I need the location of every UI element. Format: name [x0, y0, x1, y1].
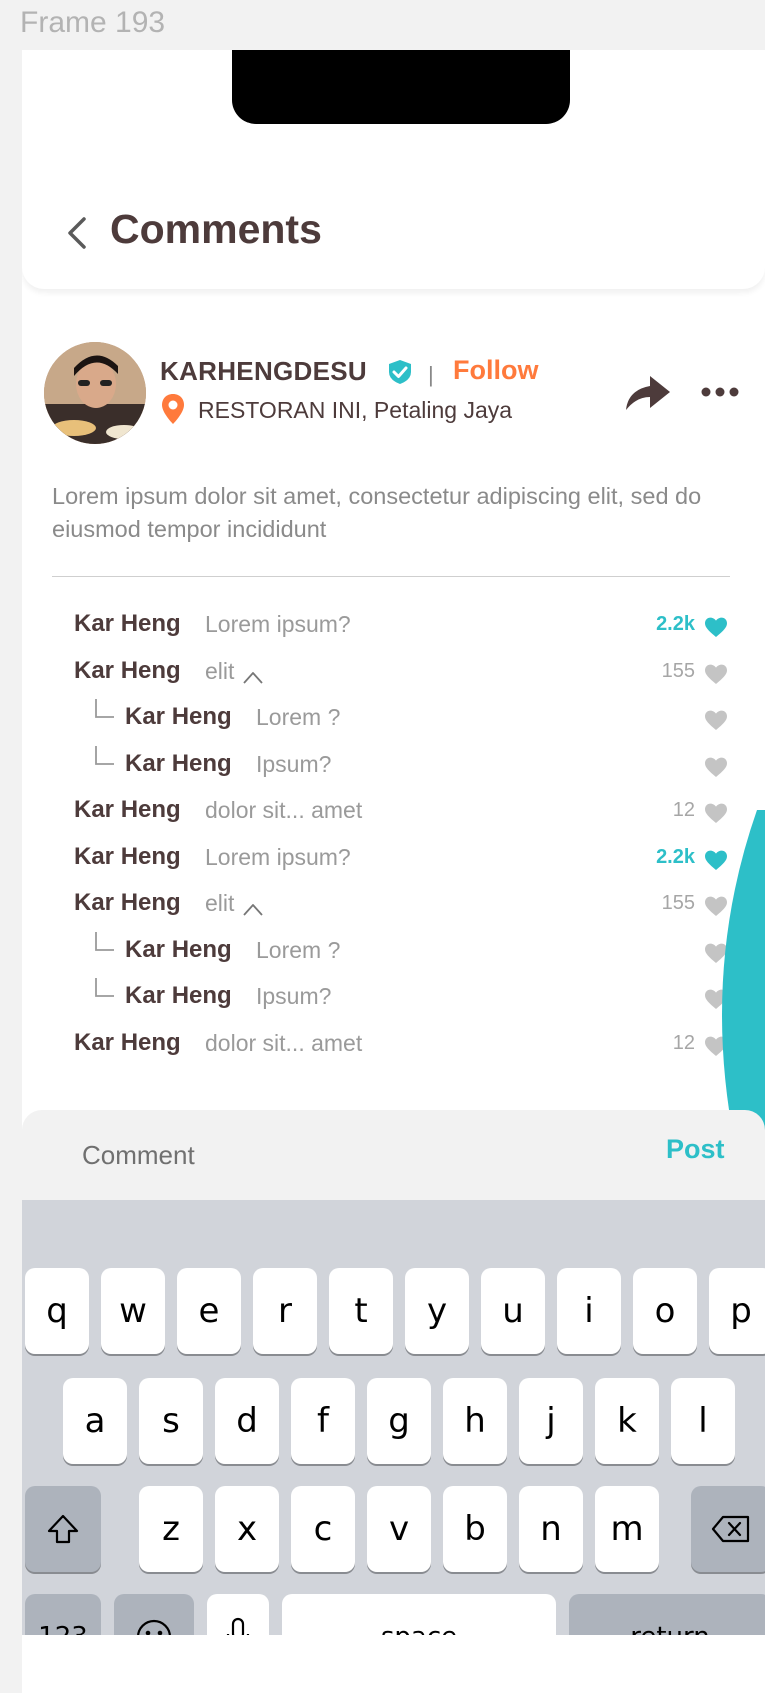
reply-indent-icon	[95, 699, 114, 718]
comment-author[interactable]: Kar Heng	[74, 610, 181, 638]
comment-text: elit	[205, 657, 235, 684]
comment-text: dolor sit... amet	[205, 1029, 363, 1056]
caption-divider	[52, 576, 730, 577]
chevron-left-icon[interactable]	[62, 213, 92, 253]
key-w[interactable]: w	[101, 1268, 165, 1354]
comment-input[interactable]	[80, 1134, 584, 1176]
heart-icon[interactable]	[704, 663, 728, 685]
comment-author[interactable]: Kar Heng	[74, 1029, 181, 1057]
reply-comment-row[interactable]: Kar Heng Lorem ?	[22, 931, 765, 976]
key-b[interactable]: b	[443, 1486, 507, 1572]
comment-text: Lorem ?	[256, 704, 341, 730]
post-button[interactable]: Post	[666, 1134, 725, 1165]
comment-row[interactable]: Kar Heng dolor sit... amet 12	[22, 1029, 765, 1069]
key-q[interactable]: q	[25, 1268, 89, 1354]
comment-row[interactable]: Kar Heng Lorem ipsum? 2.2k	[22, 843, 765, 883]
key-d[interactable]: d	[215, 1378, 279, 1464]
header-separator: |	[428, 362, 434, 387]
avatar-photo	[44, 342, 146, 444]
reply-comment-row[interactable]: Kar Heng Ipsum?	[22, 978, 765, 1022]
comment-text: elit	[205, 890, 235, 916]
expand-replies-icon[interactable]	[242, 671, 264, 685]
key-c[interactable]: c	[291, 1486, 355, 1572]
key-s[interactable]: s	[139, 1378, 203, 1464]
more-options-icon[interactable]	[698, 378, 742, 406]
key-r[interactable]: r	[253, 1268, 317, 1354]
follow-button[interactable]: Follow	[453, 355, 538, 386]
key-k[interactable]: k	[595, 1378, 659, 1464]
post-caption: Lorem ipsum dolor sit amet, consectetur …	[52, 483, 702, 542]
like-count: 2.2k	[656, 613, 695, 635]
phone-screen: Comments KARHENGDESU | Follow RESTORAN I…	[22, 50, 765, 1693]
comment-author[interactable]: Kar Heng	[125, 703, 232, 731]
key-t[interactable]: t	[329, 1268, 393, 1354]
location-pin-icon	[162, 394, 184, 424]
comment-text: dolor sit... amet	[205, 797, 363, 823]
key-h[interactable]: h	[443, 1378, 507, 1464]
key-x[interactable]: x	[215, 1486, 279, 1572]
comment-row[interactable]: Kar Heng elit 155	[22, 889, 765, 929]
comment-text: Lorem ?	[256, 936, 341, 963]
backspace-icon	[711, 1515, 750, 1543]
post-username[interactable]: KARHENGDESU	[160, 356, 367, 387]
share-icon[interactable]	[624, 370, 672, 414]
shift-key[interactable]	[25, 1486, 101, 1572]
reply-indent-icon	[95, 978, 114, 997]
key-a[interactable]: a	[63, 1378, 127, 1464]
comment-row[interactable]: Kar Heng dolor sit... amet 12	[22, 796, 765, 836]
reply-indent-icon	[95, 931, 114, 951]
device-notch	[232, 50, 570, 124]
key-v[interactable]: v	[367, 1486, 431, 1572]
shift-icon	[47, 1514, 79, 1544]
comment-bar: Post	[22, 1110, 765, 1200]
key-l[interactable]: l	[671, 1378, 735, 1464]
reply-comment-row[interactable]: Kar Heng Ipsum?	[22, 745, 765, 790]
like-count: 155	[661, 659, 695, 682]
key-e[interactable]: e	[177, 1268, 241, 1354]
comment-text: Ipsum?	[256, 983, 332, 1009]
reply-comment-row[interactable]: Kar Heng Lorem ?	[22, 699, 765, 743]
key-z[interactable]: z	[139, 1486, 203, 1572]
key-g[interactable]: g	[367, 1378, 431, 1464]
home-indicator-area	[22, 1635, 765, 1693]
reply-indent-icon	[95, 745, 114, 765]
key-j[interactable]: j	[519, 1378, 583, 1464]
comment-text: Ipsum?	[256, 750, 332, 777]
heart-icon[interactable]	[704, 756, 728, 778]
comment-author[interactable]: Kar Heng	[74, 889, 181, 917]
key-o[interactable]: o	[633, 1268, 697, 1354]
key-y[interactable]: y	[405, 1268, 469, 1354]
key-i[interactable]: i	[557, 1268, 621, 1354]
verified-badge-icon	[389, 360, 411, 384]
comment-author[interactable]: Kar Heng	[74, 796, 181, 824]
comment-author[interactable]: Kar Heng	[125, 750, 232, 778]
key-u[interactable]: u	[481, 1268, 545, 1354]
backspace-key[interactable]	[691, 1486, 765, 1572]
expand-replies-icon[interactable]	[242, 903, 264, 917]
heart-icon[interactable]	[704, 616, 728, 638]
page-title: Comments	[110, 206, 322, 252]
comment-text: Lorem ipsum?	[205, 843, 351, 870]
key-m[interactable]: m	[595, 1486, 659, 1572]
comment-author[interactable]: Kar Heng	[125, 936, 232, 964]
comment-author[interactable]: Kar Heng	[74, 657, 181, 685]
frame-label: Frame 193	[20, 6, 166, 39]
key-n[interactable]: n	[519, 1486, 583, 1572]
comment-row[interactable]: Kar Heng elit 155	[22, 657, 765, 697]
key-f[interactable]: f	[291, 1378, 355, 1464]
comment-row[interactable]: Kar Heng Lorem ipsum? 2.2k	[22, 610, 765, 650]
comment-author[interactable]: Kar Heng	[74, 843, 181, 871]
header: Comments	[22, 50, 765, 289]
comment-text: Lorem ipsum?	[205, 611, 351, 637]
comment-author[interactable]: Kar Heng	[125, 982, 232, 1010]
post-location[interactable]: RESTORAN INI, Petaling Jaya	[198, 397, 512, 424]
key-p[interactable]: p	[709, 1268, 765, 1354]
keyboard: 123 space return qwertyuiopasdfghjklzxcv…	[22, 1200, 765, 1680]
heart-icon[interactable]	[704, 709, 728, 731]
avatar[interactable]	[44, 342, 146, 444]
